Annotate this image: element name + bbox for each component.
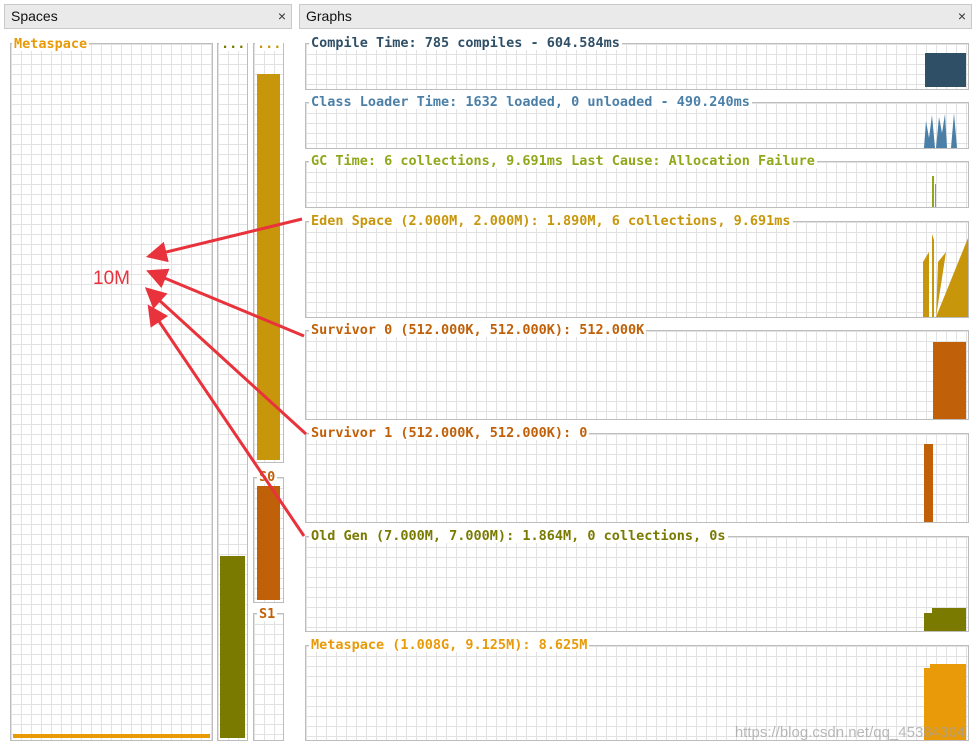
close-icon[interactable]: ×	[278, 5, 286, 27]
gc-time-spark	[932, 176, 936, 207]
old-gen-space-label: ...	[219, 36, 248, 52]
compile-time-spark	[925, 53, 966, 87]
spaces-panel-title: Spaces	[11, 8, 58, 24]
metaspace-fill-bar	[13, 734, 210, 738]
eden-graph	[305, 221, 969, 318]
s0-fill-bar	[257, 486, 280, 600]
survivor-0-label: Survivor 0 (512.000K, 512.000K): 512.000…	[309, 322, 647, 338]
old-gen-spark	[924, 608, 966, 631]
metaspace-space-label: Metaspace	[12, 36, 90, 52]
s0-space-label: S0	[257, 469, 278, 485]
spaces-panel-header: Spaces ×	[4, 4, 292, 29]
metaspace-space-column	[10, 43, 213, 741]
class-loader-label: Class Loader Time: 1632 loaded, 0 unload…	[309, 94, 752, 110]
eden-graph-label: Eden Space (2.000M, 2.000M): 1.890M, 6 c…	[309, 213, 793, 229]
s1-space-label: S1	[257, 606, 278, 622]
survivor-1-label: Survivor 1 (512.000K, 512.000K): 0	[309, 425, 590, 441]
s0-space-column	[253, 477, 284, 603]
watermark: https://blog.csdn.net/qq_45384304	[734, 724, 965, 741]
survivor-1-graph	[305, 433, 969, 523]
graphs-panel-title: Graphs	[306, 8, 352, 24]
eden-fill-bar	[257, 74, 280, 460]
survivor-0-graph	[305, 330, 969, 420]
class-loader-spark	[924, 113, 957, 148]
gc-time-label: GC Time: 6 collections, 9.691ms Last Cau…	[309, 153, 817, 169]
eden-space-column	[253, 43, 284, 463]
metaspace-graph-label: Metaspace (1.008G, 9.125M): 8.625M	[309, 637, 590, 653]
survivor-1-spark	[924, 444, 933, 522]
eden-spark	[923, 234, 968, 317]
s1-space-column	[253, 613, 284, 741]
survivor-0-spark	[933, 342, 966, 419]
old-gen-graph-label: Old Gen (7.000M, 7.000M): 1.864M, 0 coll…	[309, 528, 728, 544]
eden-space-label: ...	[255, 36, 284, 52]
compile-time-label: Compile Time: 785 compiles - 604.584ms	[309, 35, 622, 51]
old-gen-fill-bar	[220, 556, 245, 738]
graphs-panel-header: Graphs ×	[299, 4, 972, 29]
old-gen-space-column	[217, 43, 248, 741]
annotation-10m: 10M	[93, 268, 130, 289]
old-gen-graph	[305, 536, 969, 632]
close-icon[interactable]: ×	[958, 5, 966, 27]
